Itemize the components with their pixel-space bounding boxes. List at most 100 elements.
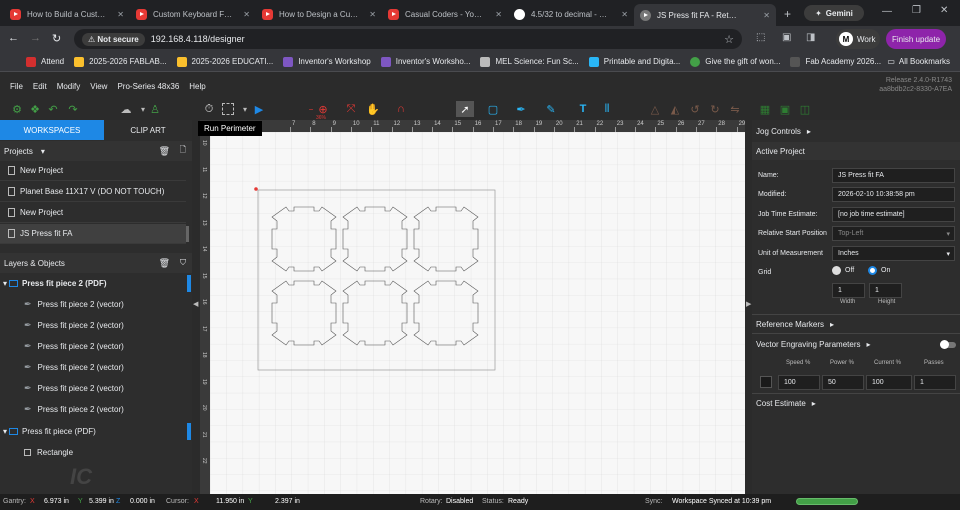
bookmark-item[interactable]: Printable and Digita... xyxy=(588,56,680,67)
finish-update-button[interactable]: Finish update xyxy=(886,29,946,49)
mirror-icon[interactable]: ◭ xyxy=(668,102,682,116)
chevron-down-icon[interactable]: ▾ xyxy=(3,427,7,436)
bookmark-item[interactable]: Fab Academy 2026... xyxy=(790,56,881,67)
close-tab-icon[interactable]: ✕ xyxy=(365,10,376,19)
profile-switcher-icon[interactable]: ◨ xyxy=(806,32,815,43)
right-splitter[interactable]: ▶ xyxy=(745,120,752,494)
address-bar[interactable]: ⚠ Not secure 192.168.4.118/designer ☆ xyxy=(74,29,742,49)
grid-height-input[interactable]: 1 xyxy=(869,283,902,298)
trash-icon[interactable]: 🗑 xyxy=(159,146,170,157)
layer-color-chip[interactable] xyxy=(187,275,191,292)
layer-group[interactable]: ▾ Press fit piece 2 (PDF) xyxy=(0,273,186,294)
profile-button[interactable]: M Work xyxy=(836,29,880,49)
browser-tab[interactable]: Custom Keyboard From ✕ xyxy=(130,4,256,24)
reference-markers-header[interactable]: Reference Markers ▸ xyxy=(756,320,834,329)
bookmark-item[interactable]: Inventor's Workshop xyxy=(283,56,371,67)
all-bookmarks[interactable]: ▭ All Bookmarks xyxy=(887,57,950,66)
layer-item[interactable]: ✒ Press fit piece 2 (vector) xyxy=(0,336,186,357)
bookmark-item[interactable]: MEL Science: Fun Sc... xyxy=(480,56,579,67)
zoom-icon[interactable]: ⊕ xyxy=(316,102,330,116)
layer-item[interactable]: ✒ Press fit piece 2 (vector) xyxy=(0,378,186,399)
current-input[interactable]: 100 xyxy=(866,375,912,390)
menu-modify[interactable]: Modify xyxy=(57,82,81,91)
node-edit-icon[interactable]: ✎ xyxy=(544,102,558,116)
chevron-down-icon[interactable]: ▾ xyxy=(41,147,45,156)
layer-group[interactable]: ▾ Press fit piece (PDF) xyxy=(0,421,186,442)
redo-icon[interactable]: ↷ xyxy=(66,102,80,116)
grid-on-radio[interactable]: On xyxy=(868,266,890,275)
left-splitter[interactable]: ◀ xyxy=(192,120,200,494)
design-canvas[interactable]: 7 8 9 10 11 12 13 14 15 16 17 18 19 20 21 22 23 24 25 26 27 2… xyxy=(200,120,766,494)
tab-clip-art[interactable]: CLIP ART xyxy=(104,120,192,140)
bookmark-item[interactable]: Give the gift of won... xyxy=(690,56,780,67)
close-window-icon[interactable]: ✕ xyxy=(940,5,948,16)
snap-magnet-icon[interactable]: ∩ xyxy=(394,102,408,116)
layer-item[interactable]: Rectangle xyxy=(0,442,186,463)
rotate-left-icon[interactable]: ↺ xyxy=(688,102,702,116)
ungroup-icon[interactable]: ◫ xyxy=(798,102,812,116)
minimize-icon[interactable]: — xyxy=(882,6,892,17)
layer-item[interactable]: ✒ Press fit piece 2 (vector) xyxy=(0,399,186,420)
browser-tab-active[interactable]: JS Press fit FA - Retina E✕ xyxy=(634,4,776,26)
grid-width-input[interactable]: 1 xyxy=(832,283,865,298)
bookmark-item[interactable]: Inventor's Worksho... xyxy=(380,56,470,67)
new-project-icon[interactable]: 🗋 xyxy=(180,144,186,158)
vector-engraving-header[interactable]: Vector Engraving Parameters ▸ xyxy=(756,340,871,349)
close-tab-icon[interactable]: ✕ xyxy=(113,10,124,19)
close-tab-icon[interactable]: ✕ xyxy=(239,10,250,19)
projects-scrollbar[interactable] xyxy=(186,226,189,242)
rectangle-tool-icon[interactable]: ▢ xyxy=(486,102,500,116)
bookmark-star-icon[interactable]: ☆ xyxy=(724,33,734,46)
bookmark-item[interactable]: 2025-2026 FABLAB... xyxy=(74,56,167,67)
menu-view[interactable]: View xyxy=(90,82,107,91)
fit-view-icon[interactable]: ⤧ xyxy=(344,102,358,116)
power-input[interactable]: 50 xyxy=(822,375,864,390)
browser-tab[interactable]: How to Design a Custom ✕ xyxy=(256,4,382,24)
trash-icon[interactable]: 🗑 xyxy=(159,258,170,269)
extensions-icon[interactable]: ⬚ xyxy=(756,32,765,43)
user-icon[interactable]: ♙ xyxy=(148,102,162,116)
passes-input[interactable]: 1 xyxy=(914,375,956,390)
menu-help[interactable]: Help xyxy=(189,82,205,91)
collapse-left-icon[interactable]: ◀ xyxy=(193,300,198,308)
project-item-selected[interactable]: JS Press fit FA xyxy=(0,224,186,244)
color-swatch[interactable] xyxy=(760,376,772,388)
menu-edit[interactable]: Edit xyxy=(33,82,47,91)
reload-icon[interactable]: ↻ xyxy=(52,32,61,45)
flip-icon[interactable]: ⇋ xyxy=(728,102,742,116)
menu-file[interactable]: File xyxy=(10,82,23,91)
unit-select[interactable]: Inches ▾ xyxy=(832,246,955,261)
group-icon[interactable]: ▣ xyxy=(778,102,792,116)
grid-icon[interactable]: ▦ xyxy=(758,102,772,116)
browser-tab[interactable]: 4.5/32 to decimal - Goo ✕ xyxy=(508,4,634,24)
run-perimeter-icon[interactable] xyxy=(222,103,234,115)
play-icon[interactable]: ▶ xyxy=(252,102,266,116)
bookmark-item[interactable]: 2025-2026 EDUCATI... xyxy=(176,56,273,67)
align-icon[interactable]: ⫴ xyxy=(600,102,614,116)
chevron-down-icon[interactable]: ▾ xyxy=(3,279,7,288)
layers-menu-icon[interactable]: ⛉ xyxy=(180,258,186,268)
select-tool-icon[interactable]: ➚ xyxy=(456,101,474,117)
close-tab-icon[interactable]: ✕ xyxy=(491,10,502,19)
start-position-select[interactable]: Top-Left ▾ xyxy=(832,226,955,241)
vector-engraving-toggle[interactable] xyxy=(940,340,956,349)
project-name-field[interactable]: JS Press fit FA xyxy=(832,168,955,183)
text-tool-icon[interactable]: T xyxy=(576,102,590,116)
back-icon[interactable]: ← xyxy=(8,32,19,44)
settings-icon[interactable]: ⚙ xyxy=(10,102,24,116)
layer-item[interactable]: ✒ Press fit piece 2 (vector) xyxy=(0,357,186,378)
pen-tool-icon[interactable]: ✒ xyxy=(514,102,528,116)
cloud-upload-icon[interactable]: ☁ xyxy=(116,102,136,116)
collapse-right-icon[interactable]: ▶ xyxy=(746,300,751,308)
security-chip[interactable]: ⚠ Not secure xyxy=(82,32,145,46)
pan-hand-icon[interactable]: ✋ xyxy=(366,102,380,116)
grid-off-radio[interactable]: Off xyxy=(832,266,854,275)
layer-color-chip[interactable] xyxy=(187,423,191,440)
tab-workspaces[interactable]: WORKSPACES xyxy=(0,120,104,140)
new-tab-icon[interactable]: + xyxy=(784,7,791,21)
close-tab-icon[interactable]: ✕ xyxy=(759,11,770,20)
project-item[interactable]: Planet Base 11X17 V (DO NOT TOUCH) xyxy=(0,182,186,202)
undo-icon[interactable]: ↶ xyxy=(46,102,60,116)
jog-controls-header[interactable]: Jog Controls ▸ xyxy=(756,127,811,136)
restore-icon[interactable]: ❐ xyxy=(912,5,921,16)
